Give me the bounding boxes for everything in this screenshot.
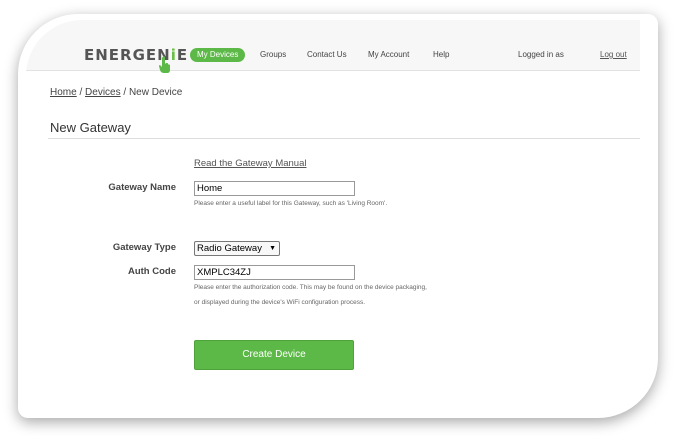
auth-code-input[interactable]: XMPLC34ZJ — [194, 265, 355, 280]
top-navbar: ENERGENiE My Devices Groups Contact Us M… — [26, 20, 640, 73]
breadcrumb-separator: / — [76, 87, 86, 98]
gateway-name-label: Gateway Name — [108, 182, 176, 193]
breadcrumb: Home / Devices / New Device — [50, 87, 182, 98]
breadcrumb-current: New Device — [128, 87, 183, 98]
logged-in-text: Logged in as — [518, 50, 564, 59]
hand-pointer-icon — [159, 56, 170, 73]
gateway-name-help: Please enter a useful label for this Gat… — [194, 200, 388, 207]
nav-groups[interactable]: Groups — [260, 48, 286, 62]
browser-page: ENERGENiE My Devices Groups Contact Us M… — [26, 20, 640, 410]
gateway-manual-link[interactable]: Read the Gateway Manual — [194, 158, 306, 169]
gateway-name-input[interactable]: Home — [194, 181, 355, 196]
auth-code-label: Auth Code — [127, 266, 176, 277]
nav-my-account[interactable]: My Account — [368, 48, 409, 62]
caret-down-icon: ▼ — [269, 245, 276, 252]
breadcrumb-home[interactable]: Home — [50, 87, 77, 98]
gateway-type-select[interactable]: Radio Gateway ▼ — [194, 241, 280, 256]
gateway-type-value: Radio Gateway — [197, 243, 262, 254]
create-device-button[interactable]: Create Device — [194, 340, 354, 370]
breadcrumb-devices[interactable]: Devices — [85, 87, 121, 98]
energenie-logo[interactable]: ENERGENiE — [84, 46, 188, 64]
logo-letter-e: E — [176, 46, 189, 64]
title-divider — [48, 138, 640, 139]
page-title: New Gateway — [50, 120, 131, 135]
breadcrumb-separator: / — [120, 87, 129, 98]
nav-contact-us[interactable]: Contact Us — [307, 48, 347, 62]
nav-help[interactable]: Help — [433, 48, 449, 62]
auth-code-help: Please enter the authorization code. Thi… — [194, 284, 427, 306]
gateway-type-label: Gateway Type — [112, 242, 176, 253]
logout-link[interactable]: Log out — [600, 48, 627, 62]
nav-my-devices[interactable]: My Devices — [190, 48, 246, 62]
